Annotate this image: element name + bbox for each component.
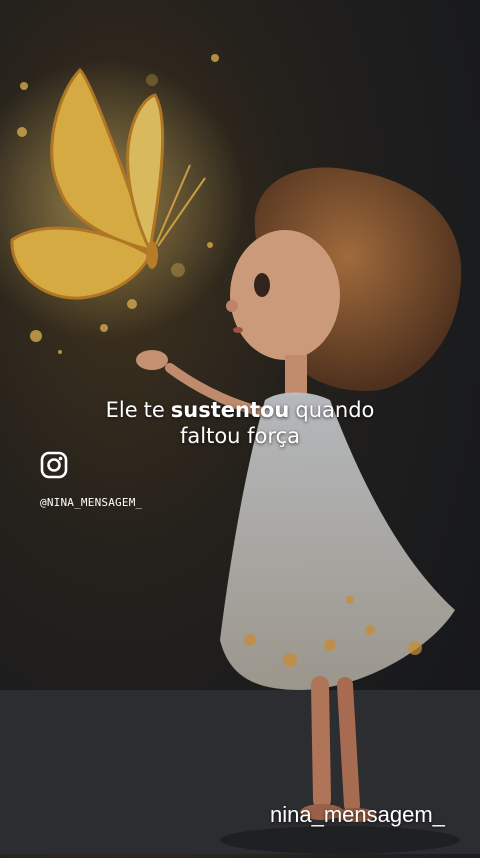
instagram-icon[interactable] [40,451,68,479]
quote-caption: Ele te sustentou quando faltou força [0,397,480,449]
caption-line-2: faltou força [180,424,300,448]
caption-word-ele: Ele [105,398,138,422]
caption-word-quando: quando [295,398,375,422]
caption-line-1: Ele te sustentou quando [0,397,480,423]
watermark-handle: nina_mensagem_ [270,802,445,827]
caption-word-sustentou: sustentou [170,398,290,422]
instagram-handle[interactable]: @NINA_MENSAGEM_ [40,496,142,509]
caption-word-te: te [143,398,165,422]
